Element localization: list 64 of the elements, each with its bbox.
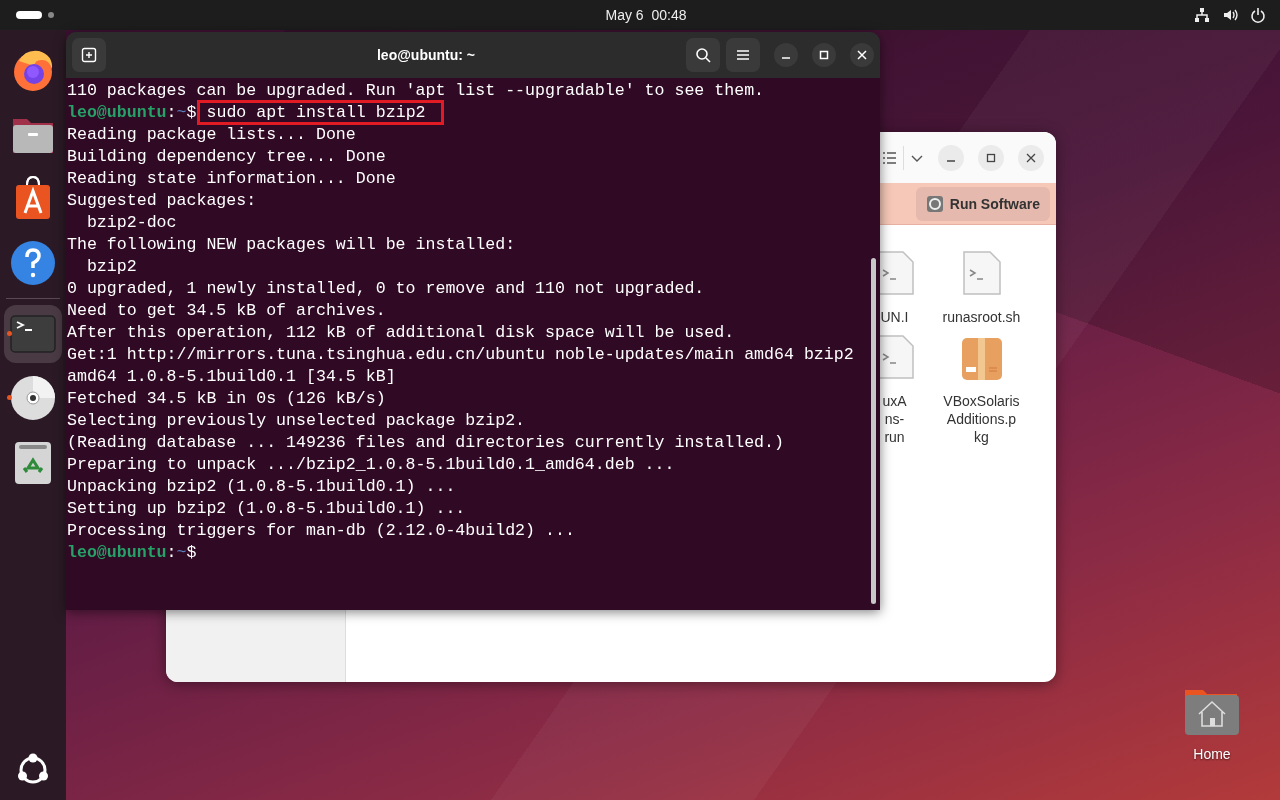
disc-icon	[9, 374, 57, 422]
minimize-icon	[782, 57, 790, 59]
maximize-button[interactable]	[978, 144, 1004, 171]
new-tab-icon	[81, 47, 97, 63]
desktop-icon[interactable]: Home	[1174, 680, 1250, 762]
maximize-icon	[985, 151, 997, 164]
file-name: VBoxSolaris Additions.p kg	[943, 392, 1020, 446]
prompt-symbol: $	[186, 543, 197, 562]
file-name: uxA ns- run	[882, 392, 907, 446]
prompt-symbol: $	[186, 103, 197, 122]
minimize-icon	[947, 159, 955, 162]
output-line: 110 packages can be upgraded. Run 'apt list --upgradable' to see them.	[67, 81, 765, 100]
maximize-icon	[818, 49, 830, 61]
icon-label: Home	[1193, 746, 1231, 762]
prompt-separator: :	[166, 543, 177, 562]
menu-icon	[735, 47, 751, 63]
prompt-path: ~	[176, 543, 187, 562]
close-icon	[1025, 151, 1037, 164]
network-icon[interactable]	[1194, 7, 1210, 23]
minimize-button[interactable]	[774, 43, 798, 67]
prompt-user: leo@ubuntu	[67, 103, 167, 122]
file-name: UN.I	[880, 308, 909, 326]
window-title: leo@ubuntu: ~	[376, 47, 476, 63]
output-line: Need to get 34.5 kB of archives.	[67, 301, 386, 320]
output-line: Selecting previously unselected package bzip2.	[67, 411, 526, 430]
menu-button[interactable]	[726, 38, 760, 72]
minimize-button[interactable]	[938, 144, 964, 171]
close-button[interactable]	[850, 43, 874, 67]
close-button[interactable]	[1018, 144, 1044, 171]
output-line: Setting up bzip2 (1.0.8-5.1build0.1) ...	[67, 499, 466, 518]
output-line: amd64 1.0.8-5.1build0.1 [34.5 kB]	[67, 367, 396, 386]
maximize-button[interactable]	[812, 43, 836, 67]
run-software-button[interactable]: Run Software	[915, 186, 1050, 221]
question-mark-icon	[9, 239, 57, 287]
output-line: bzip2	[85, 257, 137, 276]
output-line: Unpacking bzip2 (1.0.8-5.1build0.1) ...	[67, 477, 456, 496]
speaker-icon[interactable]	[1222, 7, 1238, 23]
scrollbar[interactable]	[871, 258, 876, 604]
output-line: Suggested packages:	[67, 191, 257, 210]
new-tab-button[interactable]	[72, 38, 106, 72]
output-line: Building dependency tree... Done	[67, 147, 386, 166]
output-line: Processing triggers for man-db (2.12.0-4build2) ...	[67, 521, 575, 540]
prompt-path: ~	[176, 103, 187, 122]
terminal-output[interactable]	[66, 78, 880, 610]
prompt-user: leo@ubuntu	[67, 543, 167, 562]
file-name: runasroot.sh	[942, 308, 1021, 326]
output-line: Preparing to unpack .../bzip2_1.0.8-5.1build0.1_amd64.deb ...	[67, 455, 675, 474]
output-line: Reading state information... Done	[67, 169, 396, 188]
gear-icon	[925, 194, 944, 213]
output-line: The following NEW packages will be installed:	[67, 235, 516, 254]
output-line: Fetched 34.5 kB in 0s (126 kB/s)	[67, 389, 386, 408]
search-button[interactable]	[686, 38, 720, 72]
output-line: 0 upgraded, 1 newly installed, 0 to remove and 110 not upgraded.	[67, 279, 705, 298]
prompt-separator: :	[166, 103, 177, 122]
close-icon	[856, 49, 868, 61]
search-icon	[695, 47, 711, 63]
output-line: Get:1 http://mirrors.tuna.tsinghua.edu.cn/ubuntu noble-updates/main amd64 bzip2	[67, 345, 854, 364]
output-line: Reading package lists... Done	[67, 125, 356, 144]
output-line: bzip2-doc	[85, 213, 177, 232]
output-line: After this operation, 112 kB of additional disk space will be used.	[67, 323, 735, 342]
power-icon[interactable]	[1250, 7, 1266, 23]
command-text: sudo apt install bzip2	[196, 100, 444, 125]
output-line: (Reading database ... 149236 files and directories currently installed.)	[67, 433, 784, 452]
list-view-icon[interactable]	[881, 149, 897, 166]
